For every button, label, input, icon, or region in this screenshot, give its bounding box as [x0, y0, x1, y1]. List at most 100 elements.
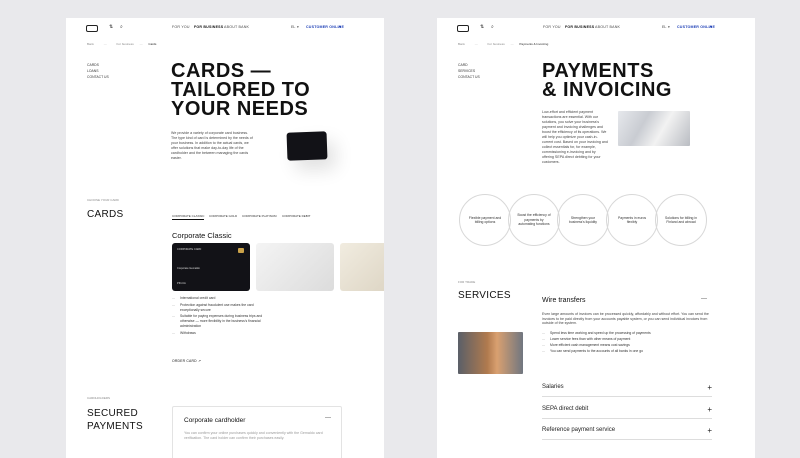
wire-title: Wire transfers — [542, 297, 586, 304]
benefit-item: Flexible payment and billing options — [459, 194, 511, 246]
breadcrumb-item[interactable]: Bank — [87, 42, 94, 46]
services-kicker: FOR TRADE — [458, 280, 476, 284]
plus-icon: + — [707, 426, 712, 435]
title-line: SECURED — [87, 408, 138, 419]
breadcrumb: Bank — For business — Cards — [87, 42, 156, 46]
breadcrumb-current: Cards — [148, 42, 157, 46]
card-chip-icon — [238, 248, 244, 253]
title-line: & INVOICING — [542, 79, 672, 101]
accordion-label: Reference payment service — [542, 427, 616, 433]
breadcrumb-item[interactable]: For business — [117, 42, 134, 46]
breadcrumb-separator: — — [139, 42, 143, 46]
accordion-label: Salaries — [542, 384, 564, 390]
breadcrumb: Bank — For business — Payments & Invoici… — [458, 42, 548, 46]
nav-about-bank[interactable]: ABOUT BANK — [224, 25, 249, 29]
sidebar-nav: CARD SERVICES CONTACT US — [458, 62, 480, 80]
arrow-out-icon: ↗ — [197, 359, 201, 363]
card-image-gold[interactable] — [256, 243, 334, 291]
sidebar-nav: CARDS LOANS CONTACT US — [87, 62, 109, 80]
services-photo — [458, 332, 523, 374]
intro-text: Low-effort and efficient payment transac… — [542, 110, 608, 164]
card-name-heading: Corporate Classic — [172, 231, 232, 240]
bank-logo-icon[interactable] — [86, 25, 98, 32]
accessibility-icon[interactable]: ⇅ — [109, 24, 113, 30]
wire-bullet-list: Spend less time working and speed up the… — [542, 331, 712, 355]
hero-photo-payment — [618, 111, 690, 146]
nav-for-you[interactable]: FOR YOU — [172, 25, 190, 29]
site-header: ⇅ ⌕ FOR YOU FOR BUSINESS ABOUT BANK EL ▾… — [66, 22, 384, 34]
nav-for-business[interactable]: FOR BUSINESS — [565, 25, 594, 29]
benefit-item: Boost the efficiency of payments by auto… — [508, 194, 560, 246]
title-line: PAYMENTS — [87, 421, 143, 432]
list-item: International credit card — [172, 296, 270, 301]
benefit-item: Strengthen your business's liquidity — [557, 194, 609, 246]
list-item: Spend less time working and speed up the… — [542, 331, 712, 335]
tab-corporate-classic[interactable]: CORPORATE CLASSIC — [172, 214, 205, 220]
site-header: ⇅ ⌕ FOR YOU FOR BUSINESS ABOUT BANK EL ▾… — [437, 22, 755, 34]
list-item: More efficient cash management means cos… — [542, 343, 712, 347]
order-card-link[interactable]: ORDER CARD ↗ — [172, 359, 201, 363]
breadcrumb-separator: — — [474, 42, 478, 46]
cards-page-panel: ⇅ ⌕ FOR YOU FOR BUSINESS ABOUT BANK EL ▾… — [66, 18, 384, 458]
list-item: Protection against fraudulent use makes … — [172, 303, 270, 313]
benefit-item: Payments in euros flexibly — [606, 194, 658, 246]
search-icon[interactable]: ⌕ — [120, 24, 123, 30]
secure-title: SECURED PAYMENTS — [87, 407, 143, 433]
bank-logo-icon[interactable] — [457, 25, 469, 32]
search-icon[interactable]: ⌕ — [491, 24, 494, 30]
breadcrumb-item[interactable]: Bank — [458, 42, 465, 46]
card-holder: Corporate Gemaldo — [177, 267, 200, 270]
card-label: CORPORATE CARD — [177, 248, 202, 251]
language-selector[interactable]: EL — [662, 25, 666, 29]
services-title: SERVICES — [458, 290, 511, 301]
tab-corporate-debit[interactable]: CORPORATE DEBIT — [282, 214, 310, 219]
cardholder-box-title: Corporate cardholder — [184, 417, 246, 424]
hero-card-image — [286, 131, 328, 161]
sidebar-item-contact[interactable]: CONTACT US — [458, 74, 480, 80]
nav-for-you[interactable]: FOR YOU — [543, 25, 561, 29]
accessibility-icon[interactable]: ⇅ — [480, 24, 484, 30]
nav-about-bank[interactable]: ABOUT BANK — [595, 25, 620, 29]
language-selector[interactable]: EL — [291, 25, 295, 29]
cardholder-box-text: You can confirm your online purchases qu… — [184, 431, 323, 440]
card-pin: PIN-CA — [177, 282, 186, 285]
card-image-platinum[interactable] — [340, 243, 384, 291]
sidebar-item-contact[interactable]: CONTACT US — [87, 74, 109, 80]
cardholder-box[interactable]: Corporate cardholder — You can confirm y… — [172, 406, 342, 458]
plus-icon: + — [707, 383, 712, 392]
chevron-down-icon: ▾ — [668, 25, 670, 29]
wire-text: Even large amounts of invoices can be pr… — [542, 312, 709, 326]
accordion-reference-payment[interactable]: Reference payment service + — [542, 426, 712, 440]
secure-kicker: CARDHOLDERS — [87, 396, 111, 400]
breadcrumb-separator: — — [510, 42, 514, 46]
collapse-icon[interactable]: — — [325, 415, 331, 421]
order-card-label: ORDER CARD — [172, 359, 197, 363]
section-kicker: CHOOSE YOUR CARD — [87, 198, 119, 202]
page-title: CARDS — TAILORED TO YOUR NEEDS — [171, 61, 371, 120]
tab-corporate-platinum[interactable]: CORPORATE PLATINUM — [242, 214, 277, 219]
arrow-out-icon: ↗ — [709, 25, 713, 29]
feature-list: International credit card Protection aga… — [172, 296, 270, 338]
benefit-item: Solutions for billing in Finland and abr… — [655, 194, 707, 246]
arrow-out-icon: ↗ — [338, 25, 342, 29]
list-item: Suitable for paying expenses during busi… — [172, 314, 270, 328]
tab-corporate-gold[interactable]: CORPORATE GOLD — [209, 214, 237, 219]
list-item: You can send payments to the accounts of… — [542, 349, 712, 353]
title-line: YOUR NEEDS — [171, 98, 309, 120]
collapse-icon[interactable]: — — [701, 296, 707, 302]
accordion-sepa-direct-debit[interactable]: SEPA direct debit + — [542, 405, 712, 419]
accordion-salaries[interactable]: Salaries + — [542, 383, 712, 397]
nav-for-business[interactable]: FOR BUSINESS — [194, 25, 223, 29]
breadcrumb-item[interactable]: For business — [488, 42, 505, 46]
list-item: Withdraws — [172, 331, 270, 336]
accordion-label: SEPA direct debit — [542, 406, 589, 412]
intro-text: We provide a variety of corporate card b… — [171, 131, 253, 160]
chevron-down-icon: ▾ — [297, 25, 299, 29]
page-title: PAYMENTS & INVOICING — [542, 61, 742, 101]
breadcrumb-current: Payments & Invoicing — [519, 42, 549, 46]
section-title: CARDS — [87, 209, 124, 220]
list-item: Lower service fees than with other means… — [542, 337, 712, 341]
breadcrumb-separator: — — [103, 42, 107, 46]
card-image-classic[interactable]: CORPORATE CARD Corporate Gemaldo PIN-CA — [172, 243, 250, 291]
payments-page-panel: ⇅ ⌕ FOR YOU FOR BUSINESS ABOUT BANK EL ▾… — [437, 18, 755, 458]
